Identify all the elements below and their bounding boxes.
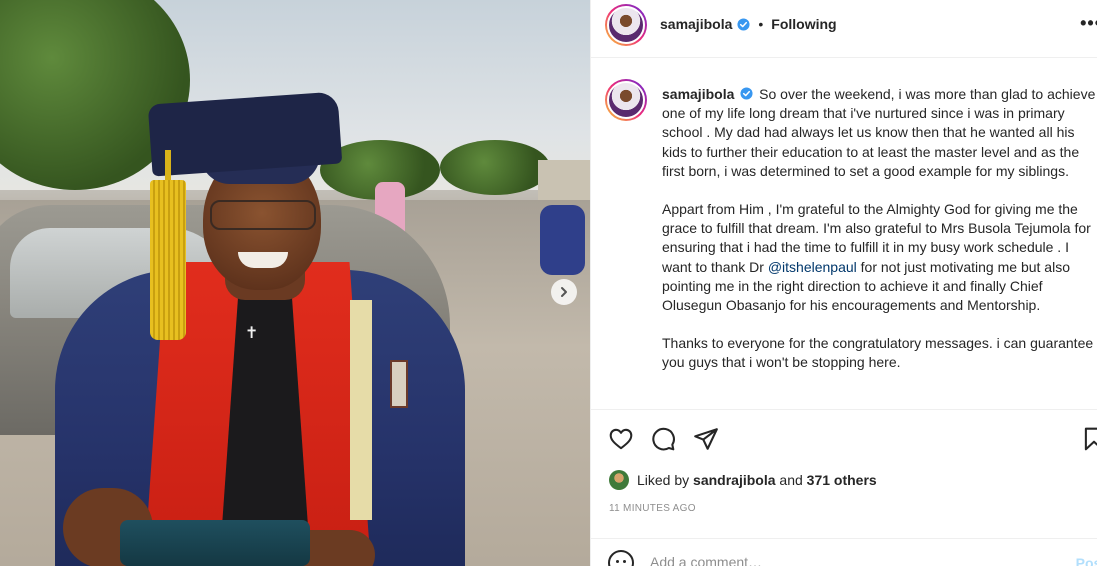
bookmark-icon[interactable] bbox=[1081, 426, 1097, 452]
caption-text: samajibola So over the weekend, i was mo… bbox=[662, 85, 1097, 392]
header-user: samajibola • Following bbox=[660, 16, 837, 32]
likes-text: Liked by sandrajibola and 371 others bbox=[637, 472, 877, 488]
liker-avatar[interactable] bbox=[609, 470, 629, 490]
likes-prefix: Liked by bbox=[637, 472, 690, 488]
post-details-panel: samajibola • Following ••• samajibola So… bbox=[590, 0, 1097, 566]
graduate-glasses bbox=[210, 200, 316, 230]
caption-paragraph-3: Thanks to everyone for the congratulator… bbox=[662, 334, 1097, 372]
caption-paragraph-2: Appart from Him , I'm grateful to the Al… bbox=[662, 200, 1097, 315]
caption-area: samajibola So over the weekend, i was mo… bbox=[591, 59, 1097, 409]
action-bar bbox=[591, 409, 1097, 469]
post-comment-button[interactable]: Post bbox=[1076, 555, 1097, 566]
more-options-icon[interactable]: ••• bbox=[1080, 13, 1097, 34]
photo-background-graduate bbox=[540, 205, 585, 275]
post-timestamp[interactable]: 11 MINUTES AGO bbox=[609, 503, 696, 514]
verified-badge-icon bbox=[737, 17, 750, 31]
chevron-right-icon bbox=[561, 287, 567, 297]
liker-username[interactable]: sandrajibola bbox=[693, 472, 775, 488]
mention-link[interactable]: @itshelenpaul bbox=[768, 259, 857, 275]
cross-pendant-icon: ✝ bbox=[245, 323, 259, 342]
caption-body-3: Thanks to everyone for the congratulator… bbox=[662, 335, 1094, 371]
header-username[interactable]: samajibola bbox=[660, 16, 732, 32]
mortarboard-cap bbox=[147, 91, 343, 177]
caption-paragraph-1: samajibola So over the weekend, i was mo… bbox=[662, 85, 1097, 181]
likes-others-link[interactable]: 371 others bbox=[807, 472, 877, 488]
paper-plane-icon[interactable] bbox=[693, 426, 719, 452]
likes-summary: Liked by sandrajibola and 371 others bbox=[609, 470, 877, 490]
heart-icon[interactable] bbox=[608, 426, 634, 452]
likes-conjunction: and bbox=[779, 472, 803, 488]
emoji-icon[interactable] bbox=[608, 550, 634, 566]
comment-bar: Post bbox=[591, 538, 1097, 566]
header-separator: • bbox=[758, 16, 764, 32]
diploma-scroll bbox=[120, 520, 310, 566]
comment-input[interactable] bbox=[650, 554, 1030, 566]
caption-avatar[interactable] bbox=[605, 79, 647, 121]
avatar[interactable] bbox=[605, 4, 647, 46]
verified-badge-icon bbox=[740, 87, 753, 100]
post-header: samajibola • Following ••• bbox=[591, 0, 1097, 58]
post-photo[interactable]: ✝ bbox=[0, 0, 590, 566]
caption-username[interactable]: samajibola bbox=[662, 86, 734, 102]
tassel bbox=[150, 180, 186, 340]
photo-building bbox=[538, 160, 590, 200]
following-button[interactable]: Following bbox=[771, 16, 836, 32]
next-photo-button[interactable] bbox=[551, 279, 577, 305]
comment-bubble-icon[interactable] bbox=[650, 426, 676, 452]
photo-tree-far-2 bbox=[440, 140, 550, 195]
gown-badge bbox=[390, 360, 408, 408]
